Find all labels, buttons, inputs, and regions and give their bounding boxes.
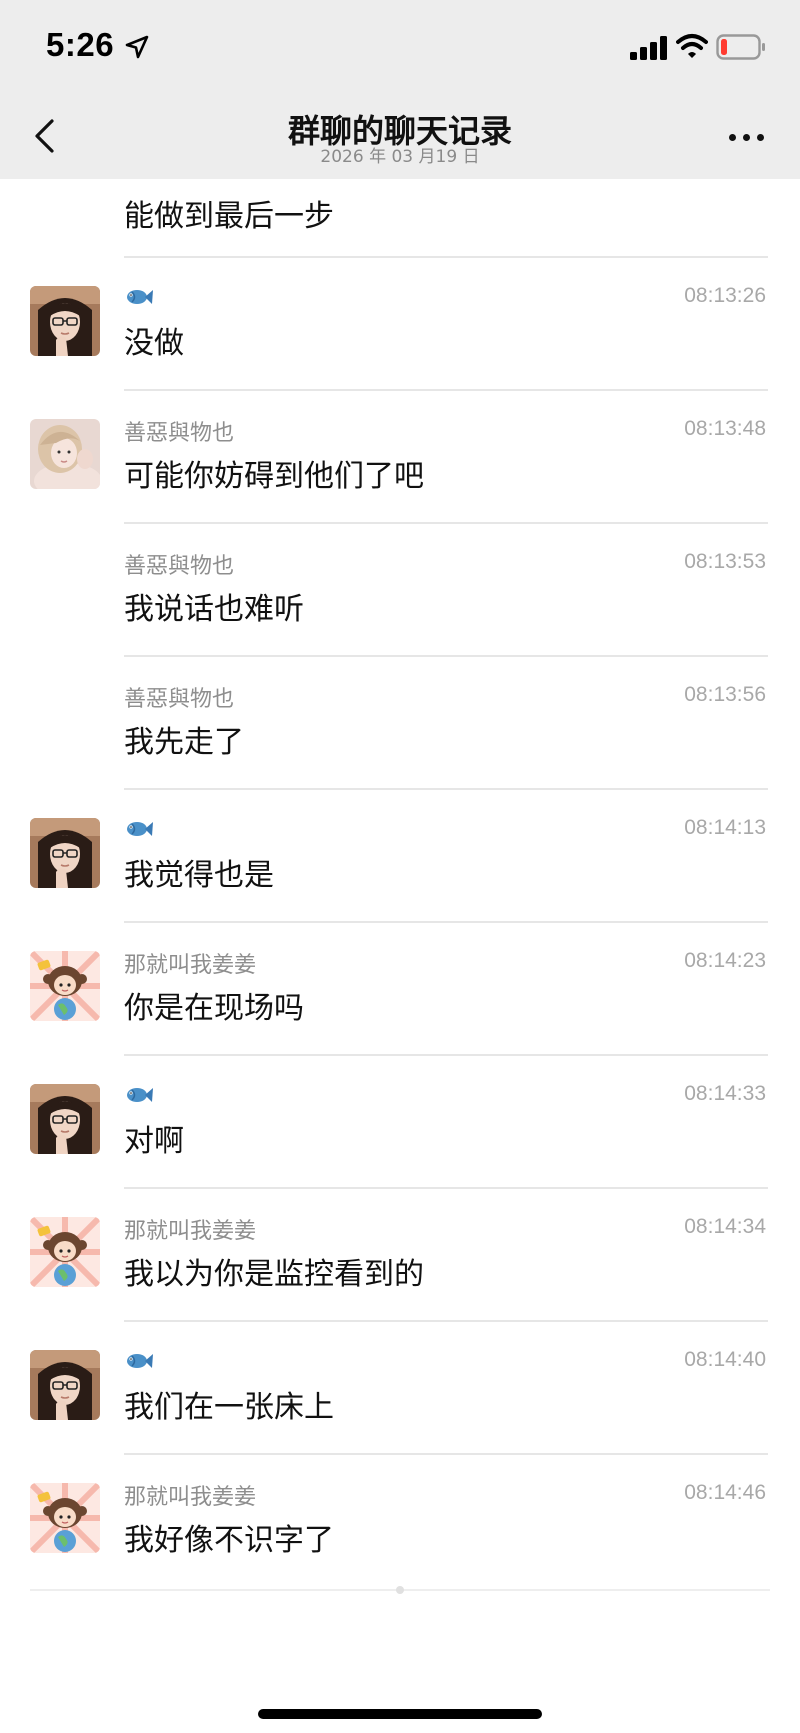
list-item: 那就叫我姜姜 08:14:46 我好像不识字了 <box>0 1455 800 1586</box>
list-item: 08:14:40 我们在一张床上 <box>0 1322 800 1453</box>
message-text: 我们在一张床上 <box>124 1390 334 1425</box>
list-item: 那就叫我姜姜 08:14:34 我以为你是监控看到的 <box>0 1189 800 1320</box>
sender-name: 善惡與物也 <box>124 687 235 712</box>
list-item: 善惡與物也 08:13:53 我说话也难听 <box>0 524 800 655</box>
status-time: 5:26 <box>46 26 115 63</box>
glasses-girl-avatar[interactable] <box>30 1350 100 1420</box>
sender-name: 善惡與物也 <box>124 421 235 446</box>
message-time: 08:14:34 <box>684 1215 766 1238</box>
message-time: 08:13:56 <box>684 683 766 706</box>
sender-name: 那就叫我姜姜 <box>124 1219 257 1244</box>
message-time: 08:14:33 <box>684 1082 766 1105</box>
wifi-icon <box>676 34 708 58</box>
message-text: 能做到最后一步 <box>124 199 334 234</box>
message-time: 08:14:13 <box>684 816 766 839</box>
list-item: 08:14:33 对啊 <box>0 1056 800 1187</box>
more-options-button[interactable] <box>716 116 776 156</box>
sender-name: 那就叫我姜姜 <box>124 1485 257 1510</box>
message-time: 08:14:40 <box>684 1348 766 1371</box>
sender-name: 善惡與物也 <box>124 554 235 579</box>
message-text: 对啊 <box>124 1124 184 1159</box>
cartoon-girl-avatar[interactable] <box>30 1483 100 1553</box>
message-text: 你是在现场吗 <box>124 991 304 1026</box>
list-item: 能做到最后一步 <box>0 179 800 257</box>
fish-icon <box>124 1350 154 1372</box>
status-bar: 5:26 <box>0 0 800 96</box>
cartoon-girl-avatar[interactable] <box>30 1217 100 1287</box>
sender-name: 那就叫我姜姜 <box>124 953 257 978</box>
glasses-girl-avatar[interactable] <box>30 818 100 888</box>
list-item: 那就叫我姜姜 08:14:23 你是在现场吗 <box>0 923 800 1054</box>
more-dot-icon <box>757 134 764 141</box>
battery-low-icon <box>716 34 765 60</box>
end-of-list-dot-icon <box>396 1586 404 1594</box>
more-dot-icon <box>743 134 750 141</box>
fish-icon <box>124 286 154 308</box>
message-time: 08:14:46 <box>684 1481 766 1504</box>
fish-icon <box>124 818 154 840</box>
message-text: 可能你妨碍到他们了吧 <box>124 459 424 494</box>
list-item: 08:14:13 我觉得也是 <box>0 790 800 921</box>
list-item: 善惡與物也 08:13:48 可能你妨碍到他们了吧 <box>0 391 800 522</box>
message-text: 我以为你是监控看到的 <box>124 1257 424 1292</box>
more-dot-icon <box>729 134 736 141</box>
message-text: 没做 <box>124 326 184 361</box>
fish-icon <box>124 1084 154 1106</box>
glasses-girl-avatar[interactable] <box>30 1084 100 1154</box>
list-item: 善惡與物也 08:13:56 我先走了 <box>0 657 800 788</box>
message-text: 我觉得也是 <box>124 858 274 893</box>
message-text: 我说话也难听 <box>124 592 304 627</box>
message-time: 08:13:26 <box>684 284 766 307</box>
message-time: 08:14:23 <box>684 949 766 972</box>
message-time: 08:13:53 <box>684 550 766 573</box>
cartoon-girl-avatar[interactable] <box>30 951 100 1021</box>
list-item: 08:13:26 没做 <box>0 258 800 389</box>
glasses-girl-avatar[interactable] <box>30 286 100 356</box>
blonde-girl-avatar[interactable] <box>30 419 100 489</box>
home-indicator[interactable] <box>258 1709 542 1719</box>
message-time: 08:13:48 <box>684 417 766 440</box>
page-subtitle-date: 2026 年 03 月19 日 <box>320 147 480 167</box>
message-text: 我好像不识字了 <box>124 1523 334 1558</box>
cellular-signal-icon <box>630 36 667 60</box>
nav-bar: 群聊的聊天记录 2026 年 03 月19 日 <box>0 96 800 179</box>
message-text: 我先走了 <box>124 725 244 760</box>
top-bar: 5:26 群聊的聊天记录 2026 年 03 月19 日 <box>0 0 800 179</box>
location-arrow-icon <box>125 35 149 59</box>
